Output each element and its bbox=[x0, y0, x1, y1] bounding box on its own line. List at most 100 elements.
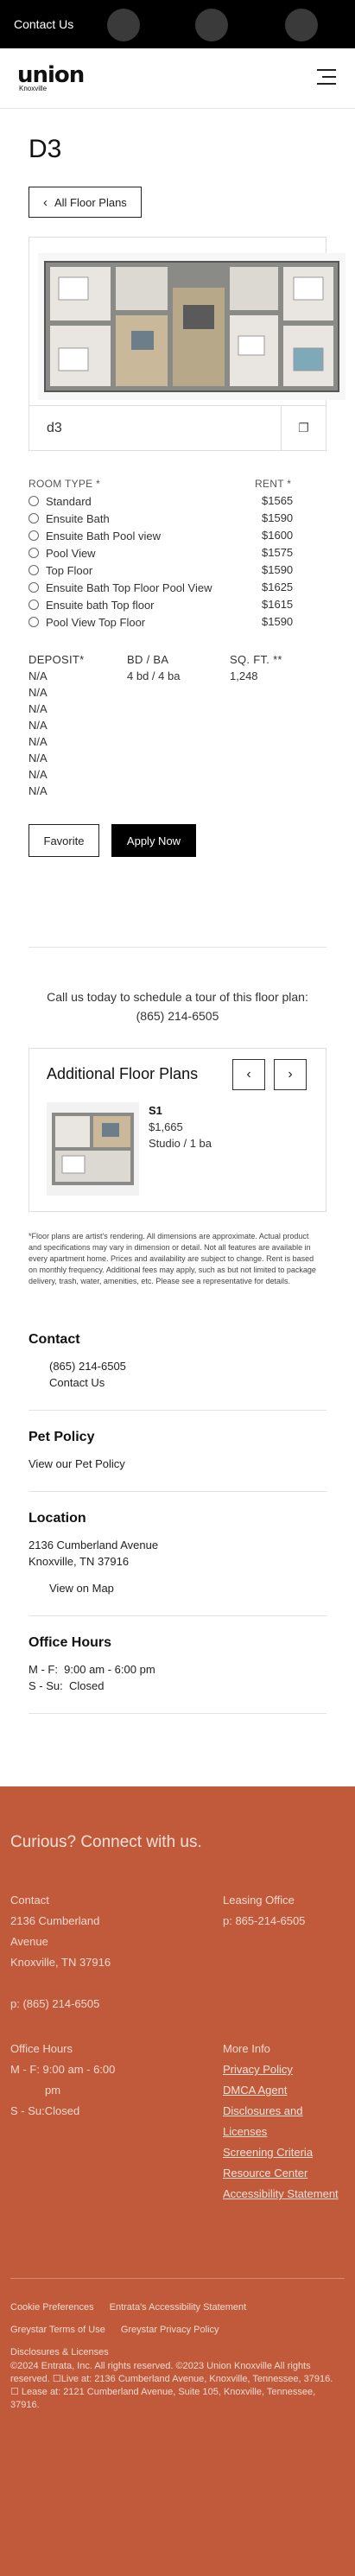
chevron-right-icon[interactable]: › bbox=[274, 1059, 307, 1090]
view-on-map-link[interactable]: View on Map bbox=[29, 1580, 326, 1596]
room-type-option[interactable]: Ensuite Bath bbox=[29, 510, 212, 527]
footer-bottom-link[interactable]: Cookie Preferences bbox=[10, 2296, 94, 2319]
brand-logo-wordmark: union bbox=[17, 62, 85, 88]
footer-leasing: Leasing Office p: 865-214-6505 bbox=[223, 1890, 344, 1932]
footer-address-line2: Avenue bbox=[10, 1935, 48, 1948]
deposit-value: N/A bbox=[29, 784, 48, 797]
contact-phone[interactable]: (865) 214-6505 bbox=[29, 1358, 326, 1374]
room-type-option[interactable]: Ensuite bath Top floor bbox=[29, 596, 212, 613]
bdba-value: 4 bd / 4 ba bbox=[127, 669, 181, 682]
room-type-option-label: Pool View Top Floor bbox=[46, 615, 146, 629]
floor-plan-summary-name[interactable]: S1 bbox=[149, 1102, 212, 1119]
footer-more-link[interactable]: Accessibility Statement bbox=[223, 2184, 344, 2205]
room-type-section: ROOM TYPE * Standard Ensuite Bath Ensuite … bbox=[29, 475, 326, 648]
rent-value: $1565 bbox=[262, 494, 294, 507]
floor-plan-summary: S1 $1,665 Studio / 1 ba bbox=[149, 1102, 212, 1152]
expand-icon[interactable]: ❐ bbox=[281, 406, 326, 450]
additional-floor-plans-title: Additional Floor Plans bbox=[47, 1065, 199, 1082]
sqft-label: SQ. FT. ** bbox=[230, 653, 282, 666]
room-type-option-label: Pool View bbox=[46, 546, 96, 560]
footer-hours-line3: S - Su:Closed bbox=[10, 2104, 80, 2117]
radio-button-icon[interactable] bbox=[29, 548, 39, 558]
footer-hours-line1: M - F: 9:00 am - 6:00 bbox=[10, 2063, 116, 2076]
footer-address-line1: 2136 Cumberland bbox=[10, 1914, 100, 1927]
deposit-value: N/A bbox=[29, 686, 48, 699]
deposit-label: DEPOSIT* bbox=[29, 653, 85, 666]
footer-more-link[interactable]: Disclosures and Licenses bbox=[223, 2101, 344, 2142]
room-type-option[interactable]: Pool View Top Floor bbox=[29, 613, 212, 631]
favorite-button[interactable]: Favorite bbox=[29, 824, 99, 857]
radio-button-icon[interactable] bbox=[29, 496, 39, 506]
hamburger-menu-icon[interactable] bbox=[317, 69, 336, 86]
plan-stats: DEPOSIT* N/A N/A N/A N/A N/A N/A N/A N/A BD / B… bbox=[29, 651, 326, 817]
floor-plan-name: d3 bbox=[47, 421, 62, 435]
room-type-option[interactable]: Pool View bbox=[29, 544, 212, 562]
site-footer: Curious? Connect with us. Contact 2136 C… bbox=[0, 1786, 355, 2576]
location-address-line1: 2136 Cumberland Avenue bbox=[29, 1539, 159, 1551]
office-hours-title: Office Hours bbox=[29, 1635, 112, 1650]
social-icon[interactable] bbox=[107, 9, 140, 41]
footer-more-link[interactable]: Privacy Policy bbox=[223, 2059, 344, 2080]
apply-now-button[interactable]: Apply Now bbox=[111, 824, 196, 857]
rent-value: $1615 bbox=[262, 598, 294, 611]
deposit-value: N/A bbox=[29, 735, 48, 748]
contact-title: Contact bbox=[29, 1332, 80, 1347]
call-to-tour: Call us today to schedule a tour of this… bbox=[29, 987, 326, 1025]
footer-bottom-link[interactable]: Greystar Privacy Policy bbox=[121, 2319, 219, 2341]
pet-policy-link[interactable]: View our Pet Policy bbox=[29, 1456, 326, 1472]
room-type-option-label: Ensuite Bath Top Floor Pool View bbox=[46, 581, 212, 594]
social-icon[interactable] bbox=[285, 9, 318, 41]
floor-plan-summary-beds: Studio / 1 ba bbox=[149, 1137, 212, 1150]
rent-value: $1590 bbox=[262, 615, 294, 628]
room-type-option[interactable]: Ensuite Bath Pool view bbox=[29, 527, 212, 544]
footer-leasing-phone[interactable]: p: 865-214-6505 bbox=[223, 1911, 344, 1932]
room-type-option-label: Ensuite bath Top floor bbox=[46, 598, 155, 612]
pet-policy-section: Pet Policy View our Pet Policy bbox=[29, 1411, 326, 1492]
site-header: union Knoxville bbox=[0, 48, 355, 109]
location-section: Location 2136 Cumberland Avenue Knoxvill… bbox=[29, 1492, 326, 1616]
radio-button-icon[interactable] bbox=[29, 582, 39, 593]
deposit-value: N/A bbox=[29, 669, 48, 682]
deposit-value: N/A bbox=[29, 768, 48, 781]
footer-more-link[interactable]: Resource Center bbox=[223, 2163, 344, 2184]
additional-floor-plans: Additional Floor Plans ‹ › S1 $1,665 Stu… bbox=[29, 1048, 326, 1212]
floor-plan-card-footer: d3 ❐ bbox=[29, 405, 326, 450]
footer-more-link[interactable]: Screening Criteria bbox=[223, 2142, 344, 2163]
room-type-option-label: Top Floor bbox=[46, 563, 93, 577]
all-floor-plans-button[interactable]: ‹ All Floor Plans bbox=[29, 187, 142, 218]
footer-contact-heading: Contact bbox=[10, 1894, 49, 1907]
radio-button-icon[interactable] bbox=[29, 530, 39, 541]
room-type-list: ROOM TYPE * Standard Ensuite Bath Ensuite … bbox=[29, 475, 212, 631]
rent-label: RENT * bbox=[255, 478, 292, 490]
location-address-line2: Knoxville, TN 37916 bbox=[29, 1555, 130, 1568]
chevron-left-icon[interactable]: ‹ bbox=[232, 1059, 265, 1090]
floor-plan-image[interactable] bbox=[38, 253, 345, 400]
footer-divider bbox=[10, 2278, 345, 2279]
radio-button-icon[interactable] bbox=[29, 600, 39, 610]
brand-logo[interactable]: union Knoxville bbox=[17, 62, 85, 92]
topbar-contact-link[interactable]: Contact Us bbox=[14, 17, 73, 31]
main-content: D3 ‹ All Floor Plans d3 ❐ ROOM TYPE * St… bbox=[0, 135, 355, 1714]
room-type-label: ROOM TYPE * bbox=[29, 478, 101, 490]
footer-phone[interactable]: p: (865) 214-6505 bbox=[10, 1994, 140, 2014]
floor-plan-summary-price: $1,665 bbox=[149, 1120, 183, 1133]
footer-hours: Office Hours M - F: 9:00 am - 6:00 pm S … bbox=[10, 2039, 140, 2122]
room-type-option[interactable]: Standard bbox=[29, 492, 212, 510]
room-type-option[interactable]: Top Floor bbox=[29, 562, 212, 579]
room-type-option-label: Standard bbox=[46, 494, 92, 508]
radio-button-icon[interactable] bbox=[29, 565, 39, 575]
contact-us-link[interactable]: Contact Us bbox=[29, 1374, 326, 1391]
social-icon[interactable] bbox=[195, 9, 228, 41]
contact-section: Contact (865) 214-6505 Contact Us bbox=[29, 1313, 326, 1411]
floor-plan-thumbnail[interactable] bbox=[47, 1102, 139, 1196]
footer-bottom-link[interactable]: Greystar Terms of Use bbox=[10, 2319, 105, 2341]
call-to-tour-phone[interactable]: (865) 214-6505 bbox=[29, 1006, 326, 1025]
divider bbox=[29, 947, 326, 948]
page: Contact Us union Knoxville D3 ‹ All Floo… bbox=[0, 0, 355, 2576]
footer-bottom-link[interactable]: Entrata's Accessibility Statement bbox=[110, 2296, 247, 2319]
room-type-option[interactable]: Ensuite Bath Top Floor Pool View bbox=[29, 579, 212, 596]
footer-more-link[interactable]: DMCA Agent bbox=[223, 2080, 344, 2101]
radio-button-icon[interactable] bbox=[29, 513, 39, 523]
location-title: Location bbox=[29, 1511, 86, 1526]
radio-button-icon[interactable] bbox=[29, 617, 39, 627]
